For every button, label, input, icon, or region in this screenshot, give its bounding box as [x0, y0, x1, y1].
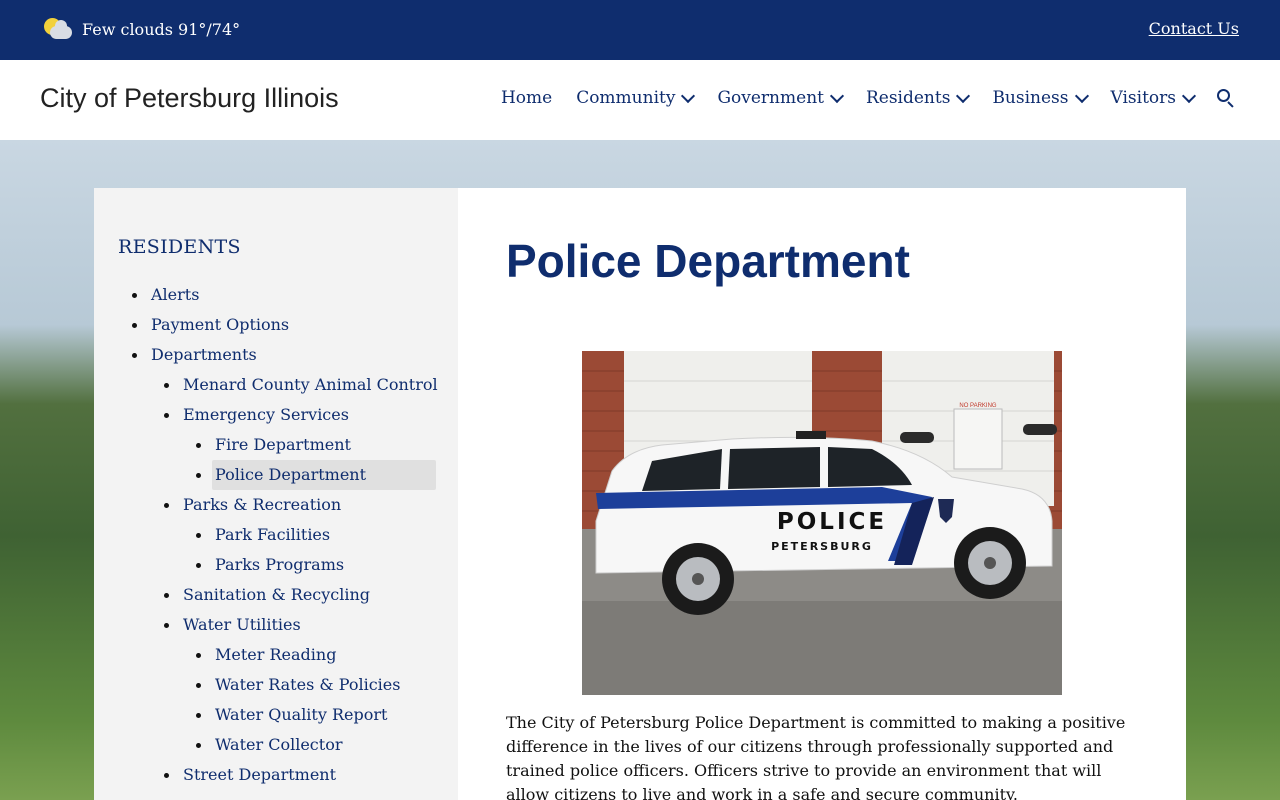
- bullet-icon: [164, 383, 169, 388]
- sidebar-nav-list: Alerts Payment Options Departments Menard C…: [94, 280, 458, 790]
- chevron-down-icon: [681, 88, 696, 104]
- bullet-icon: [196, 563, 201, 568]
- sidebar-item[interactable]: Water Rates & Policies: [94, 670, 458, 700]
- sidebar-item[interactable]: Menard County Animal Control: [94, 370, 458, 400]
- nav-label: Home: [500, 88, 553, 108]
- bullet-icon: [164, 593, 169, 598]
- site-header: City of Petersburg Illinois Home Communi…: [0, 60, 1280, 140]
- page-title: Police Department: [506, 235, 910, 287]
- bullet-icon: [132, 293, 137, 298]
- bullet-icon: [196, 683, 201, 688]
- chevron-down-icon: [1074, 88, 1089, 104]
- nav-label: Residents: [865, 88, 951, 108]
- nav-label: Business: [992, 88, 1069, 108]
- sign-text: NO PARKING: [959, 403, 997, 409]
- bullet-icon: [164, 773, 169, 778]
- car-text-city: PETERSBURG: [771, 540, 873, 553]
- bullet-icon: [132, 353, 137, 358]
- sidebar-item-label: Water Quality Report: [215, 705, 388, 724]
- nav-community[interactable]: Community: [576, 88, 696, 108]
- sidebar-item[interactable]: Parks Programs: [94, 550, 458, 580]
- contact-us-link[interactable]: Contact Us: [1149, 19, 1239, 38]
- sidebar-item-label: Street Department: [183, 765, 337, 784]
- chevron-down-icon: [829, 88, 845, 104]
- sidebar-item[interactable]: Fire Department: [94, 430, 458, 460]
- sidebar-item-label: Sanitation & Recycling: [183, 585, 371, 604]
- bullet-icon: [196, 743, 201, 748]
- sidebar-item[interactable]: Park Facilities: [94, 520, 458, 550]
- nav-residents[interactable]: Residents: [865, 88, 971, 108]
- sidebar-item[interactable]: Meter Reading: [94, 640, 458, 670]
- partly-cloudy-icon: [44, 18, 72, 40]
- sidebar-item-label: Fire Department: [215, 435, 351, 454]
- weather-text: Few clouds 91°/74°: [82, 19, 241, 39]
- sidebar-item[interactable]: Street Department: [94, 760, 458, 790]
- sidebar-item-label: Menard County Animal Control: [183, 375, 438, 394]
- main-content: Police Department NO PARKING POLICE PETE…: [458, 188, 1186, 800]
- sidebar-item-label: Park Facilities: [215, 525, 331, 544]
- nav-label: Government: [717, 88, 824, 108]
- sidebar-item-label: Police Department: [215, 465, 367, 484]
- sidebar-item-label: Alerts: [151, 285, 200, 304]
- nav-label: Community: [576, 88, 676, 108]
- top-bar: Few clouds 91°/74° Contact Us: [0, 0, 1280, 60]
- police-car-photo: NO PARKING POLICE PETERSBURG: [582, 351, 1062, 695]
- sidebar-heading[interactable]: RESIDENTS: [118, 236, 241, 258]
- sidebar-item[interactable]: Water Collector: [94, 730, 458, 760]
- sidebar-item-label: Water Collector: [215, 735, 343, 754]
- sidebar-item[interactable]: Water Utilities: [94, 610, 458, 640]
- bullet-icon: [164, 503, 169, 508]
- sidebar-item[interactable]: Payment Options: [94, 310, 458, 340]
- nav-home[interactable]: Home: [501, 88, 552, 108]
- sidebar-item[interactable]: Police Department: [94, 460, 458, 490]
- nav-visitors[interactable]: Visitors: [1110, 88, 1197, 108]
- sidebar-item-label: Meter Reading: [215, 645, 337, 664]
- sidebar-item-label: Water Utilities: [183, 615, 301, 634]
- sidebar-item[interactable]: Parks & Recreation: [94, 490, 458, 520]
- search-icon[interactable]: [1216, 88, 1236, 108]
- chevron-down-icon: [1181, 88, 1197, 104]
- sidebar-item-label: Emergency Services: [183, 405, 349, 424]
- sidebar: RESIDENTS Alerts Payment Options Departmen…: [94, 188, 458, 800]
- sidebar-item-label: Parks & Recreation: [183, 495, 342, 514]
- bullet-icon: [196, 533, 201, 538]
- nav-label: Visitors: [1110, 88, 1177, 108]
- intro-paragraph: The City of Petersburg Police Department…: [506, 713, 1126, 800]
- sidebar-item-label: Parks Programs: [215, 555, 345, 574]
- main-nav: Home Community Government Residents Busi…: [501, 88, 1236, 108]
- bullet-icon: [164, 623, 169, 628]
- nav-government[interactable]: Government: [717, 88, 845, 108]
- sidebar-item[interactable]: Sanitation & Recycling: [94, 580, 458, 610]
- sidebar-item[interactable]: Emergency Services: [94, 400, 458, 430]
- bullet-icon: [196, 473, 201, 478]
- bullet-icon: [196, 713, 201, 718]
- bullet-icon: [132, 323, 137, 328]
- sidebar-item[interactable]: Water Quality Report: [94, 700, 458, 730]
- car-text-police: POLICE: [777, 509, 887, 535]
- weather-widget: Few clouds 91°/74°: [44, 18, 240, 40]
- bullet-icon: [196, 653, 201, 658]
- bullet-icon: [196, 443, 201, 448]
- sidebar-item[interactable]: Alerts: [94, 280, 458, 310]
- sidebar-item[interactable]: Departments: [94, 340, 458, 370]
- sidebar-item-label: Water Rates & Policies: [215, 675, 401, 694]
- nav-business[interactable]: Business: [992, 88, 1089, 108]
- bullet-icon: [164, 413, 169, 418]
- site-title[interactable]: City of Petersburg Illinois: [40, 83, 339, 114]
- sidebar-item-label: Departments: [151, 345, 257, 364]
- sidebar-item-label: Payment Options: [151, 315, 290, 334]
- chevron-down-icon: [956, 88, 971, 104]
